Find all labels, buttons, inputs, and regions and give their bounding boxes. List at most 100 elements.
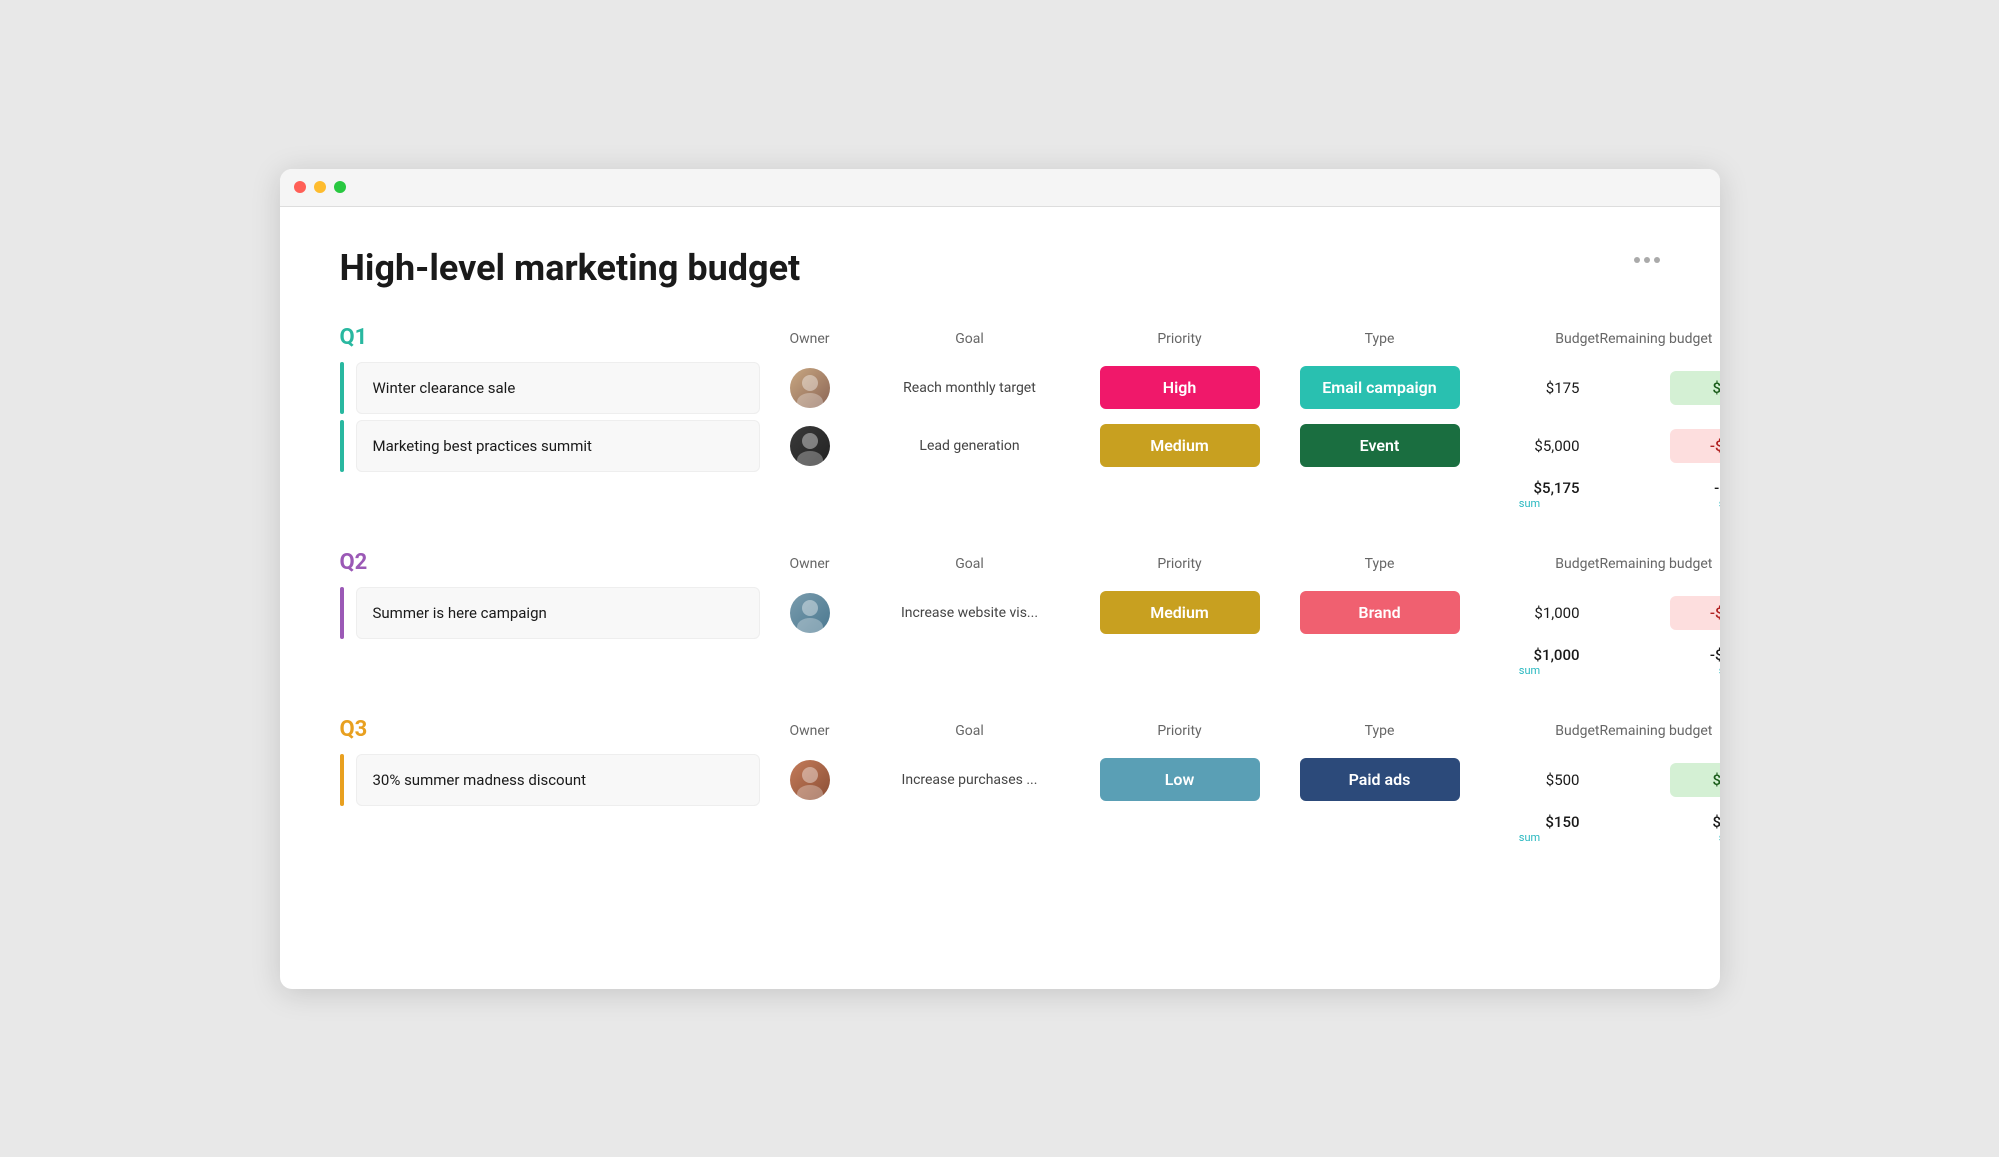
priority-badge: Medium (1100, 424, 1260, 467)
type-badge: Event (1300, 424, 1460, 467)
goal-cell: Reach monthly target (860, 380, 1080, 396)
titlebar (280, 169, 1720, 207)
section-q1: Q1 Owner Goal Priority Type Budget Remai… (340, 325, 1660, 510)
col-owner: Owner (760, 723, 860, 739)
sum-budget-amount: $150 (1545, 813, 1579, 831)
type-badge: Email campaign (1300, 366, 1460, 409)
col-goal: Goal (860, 331, 1080, 347)
table-row: Marketing best practices summit Lead gen… (340, 420, 1660, 472)
owner-cell (760, 760, 860, 800)
avatar (790, 426, 830, 466)
campaign-name[interactable]: Winter clearance sale (356, 362, 760, 414)
table-row: Summer is here campaign Increase website… (340, 587, 1660, 639)
campaign-name[interactable]: 30% summer madness discount (356, 754, 760, 806)
sum-budget: $1,000 sum (1480, 645, 1600, 677)
minimize-dot[interactable] (314, 181, 326, 193)
avatar (790, 368, 830, 408)
col-budget: Budget (1480, 331, 1600, 347)
priority-cell: High (1080, 366, 1280, 409)
col-type: Type (1280, 331, 1480, 347)
type-cell: Paid ads (1280, 758, 1480, 801)
col-type: Type (1280, 556, 1480, 572)
sum-remaining-value: $150 (1712, 813, 1719, 831)
q3-sum-row: $150 sum $150 sum (340, 812, 1660, 844)
sum-budget: $150 sum (1480, 812, 1600, 844)
q1-header-row: Q1 Owner Goal Priority Type Budget Remai… (340, 325, 1660, 354)
col-priority: Priority (1080, 331, 1280, 347)
sum-budget-amount: $5,175 (1534, 479, 1580, 497)
priority-cell: Low (1080, 758, 1280, 801)
col-remaining: Remaining budget + (1600, 720, 1720, 742)
avatar (790, 593, 830, 633)
remaining-value: -$200 (1670, 429, 1720, 463)
col-priority: Priority (1080, 556, 1280, 572)
priority-badge: High (1100, 366, 1260, 409)
page-header: High-level marketing budget (340, 247, 1660, 289)
sum-remaining-inner: -$79 sum (1670, 478, 1720, 510)
col-budget: Budget (1480, 556, 1600, 572)
q2-header-row: Q2 Owner Goal Priority Type Budget Remai… (340, 550, 1660, 579)
col-goal: Goal (860, 723, 1080, 739)
sum-budget-label: sum (1480, 831, 1580, 844)
budget-cell: $500 (1480, 771, 1600, 789)
goal-cell: Lead generation (860, 438, 1080, 454)
campaign-name[interactable]: Marketing best practices summit (356, 420, 760, 472)
section-q2: Q2 Owner Goal Priority Type Budget Remai… (340, 550, 1660, 677)
campaign-cell: 30% summer madness discount (340, 754, 760, 806)
left-border (340, 754, 344, 806)
sum-remaining: $150 sum (1600, 812, 1720, 844)
q1-label: Q1 (340, 325, 760, 354)
q3-header-row: Q3 Owner Goal Priority Type Budget Remai… (340, 717, 1660, 746)
goal-cell: Increase purchases ... (860, 772, 1080, 788)
budget-cell: $1,000 (1480, 604, 1600, 622)
sum-remaining: -$79 sum (1600, 478, 1720, 510)
sum-remaining-inner: $150 sum (1670, 812, 1720, 844)
priority-badge: Low (1100, 758, 1260, 801)
owner-cell (760, 368, 860, 408)
sum-remaining-label: sum (1670, 664, 1720, 677)
budget-cell: $5,000 (1480, 437, 1600, 455)
q3-label: Q3 (340, 717, 760, 746)
col-owner: Owner (760, 331, 860, 347)
remaining-value: $150 (1670, 763, 1720, 797)
sum-budget-amount: $1,000 (1534, 646, 1580, 664)
priority-cell: Medium (1080, 424, 1280, 467)
remaining-value: -$550 (1670, 596, 1720, 630)
campaign-name[interactable]: Summer is here campaign (356, 587, 760, 639)
sum-budget-label: sum (1480, 664, 1580, 677)
col-remaining: Remaining budget + (1600, 328, 1720, 350)
section-q3: Q3 Owner Goal Priority Type Budget Remai… (340, 717, 1660, 844)
owner-cell (760, 426, 860, 466)
type-cell: Event (1280, 424, 1480, 467)
col-owner: Owner (760, 556, 860, 572)
left-border (340, 587, 344, 639)
budget-cell: $175 (1480, 379, 1600, 397)
priority-cell: Medium (1080, 591, 1280, 634)
col-goal: Goal (860, 556, 1080, 572)
q1-sum-row: $5,175 sum -$79 sum (340, 478, 1660, 510)
more-menu-button[interactable] (1634, 257, 1660, 263)
page-title: High-level marketing budget (340, 247, 801, 289)
close-dot[interactable] (294, 181, 306, 193)
col-type: Type (1280, 723, 1480, 739)
remaining-cell: $150 (1600, 763, 1720, 797)
maximize-dot[interactable] (334, 181, 346, 193)
sum-remaining: -$550 sum (1600, 645, 1720, 677)
remaining-cell: -$550 (1600, 596, 1720, 630)
campaign-cell: Marketing best practices summit (340, 420, 760, 472)
left-border (340, 420, 344, 472)
left-border (340, 362, 344, 414)
sum-remaining-label: sum (1670, 831, 1720, 844)
more-dot-3 (1654, 257, 1660, 263)
avatar (790, 760, 830, 800)
sum-budget-label: sum (1480, 497, 1580, 510)
owner-cell (760, 593, 860, 633)
sum-remaining-value: -$550 (1710, 646, 1720, 664)
more-dot-2 (1644, 257, 1650, 263)
type-cell: Email campaign (1280, 366, 1480, 409)
sections-container: Q1 Owner Goal Priority Type Budget Remai… (340, 325, 1660, 844)
col-remaining: Remaining budget + (1600, 553, 1720, 575)
remaining-value: $121 (1670, 371, 1720, 405)
remaining-cell: -$200 (1600, 429, 1720, 463)
app-window: High-level marketing budget Q1 Owner Goa… (280, 169, 1720, 989)
